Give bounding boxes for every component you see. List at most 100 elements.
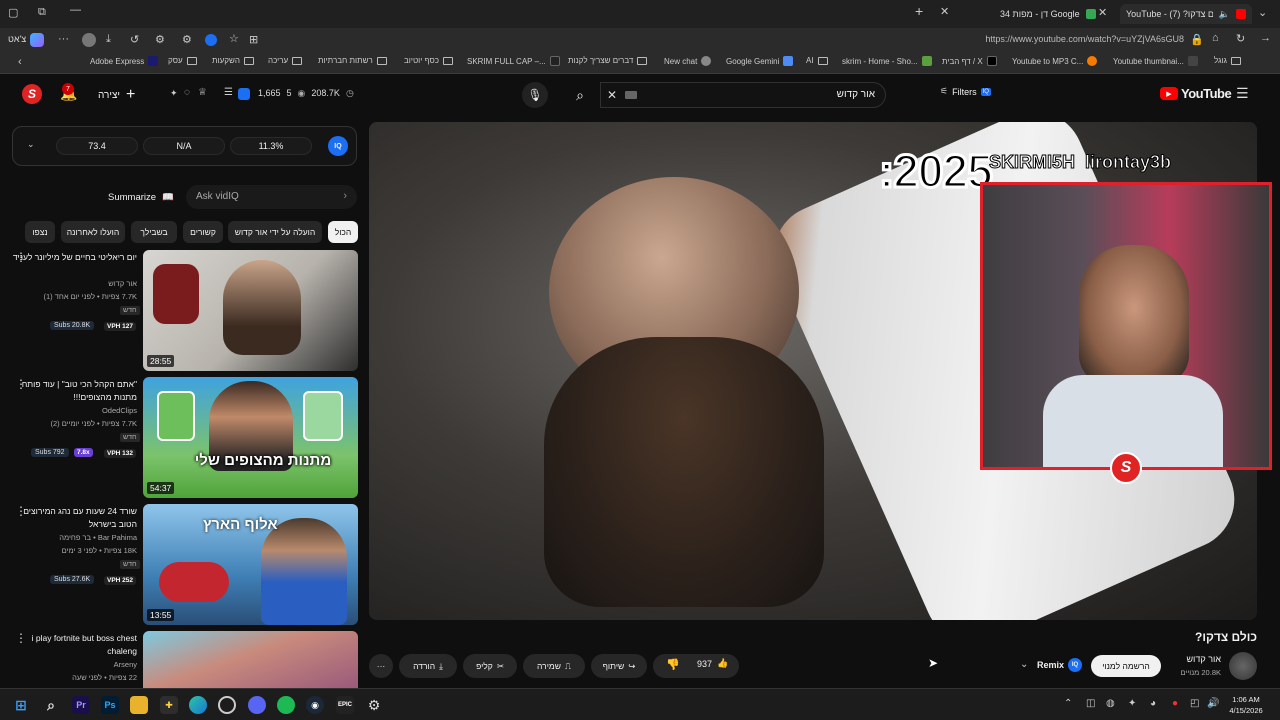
chevron-down-icon[interactable]: ⌄: [27, 139, 35, 150]
chip-uploaded-by[interactable]: הועלה על ידי אור קדוש: [228, 221, 322, 243]
video-title[interactable]: שורד 24 שעות עם נהג המירוצים הטוב בישראל: [12, 505, 137, 531]
channel-name[interactable]: אור קדוש: [1165, 654, 1221, 664]
download-icon[interactable]: ⤓: [106, 33, 111, 46]
clear-search-icon[interactable]: ✕: [607, 88, 617, 102]
save-button[interactable]: שמירה ⎍: [523, 654, 585, 678]
like-button[interactable]: 937 👍: [697, 658, 728, 669]
history-icon[interactable]: ↺: [130, 33, 139, 46]
steam-icon[interactable]: ◉: [306, 696, 324, 714]
channel-avatar[interactable]: [1229, 652, 1257, 680]
search-input[interactable]: ✕ אור קדוש: [600, 82, 886, 108]
settings-icon[interactable]: ⚙: [365, 696, 383, 714]
tab-maps[interactable]: 34 דן - מפות Google: [1000, 4, 1096, 24]
tab-actions-icon[interactable]: ▢: [8, 6, 18, 19]
chip-watched[interactable]: נצפו: [25, 221, 55, 243]
trophy-icon[interactable]: ♕: [198, 87, 207, 98]
chevron-down-icon[interactable]: ⌄: [1020, 659, 1028, 670]
volume-icon[interactable]: 🔊: [1207, 698, 1219, 709]
download-button[interactable]: הורדה ⤓: [399, 654, 457, 678]
reload-icon[interactable]: ↻: [1236, 32, 1245, 45]
bookmark-item[interactable]: New chat: [664, 56, 712, 66]
restore-icon[interactable]: ⧉: [38, 6, 46, 19]
edge-icon[interactable]: [189, 696, 207, 714]
bookmark-item[interactable]: גוגל: [1214, 56, 1241, 65]
photoshop-icon[interactable]: Ps: [101, 696, 119, 714]
profile-label[interactable]: צ'אט: [8, 34, 26, 44]
chat-icon[interactable]: ◌: [184, 87, 190, 98]
home-icon[interactable]: ⌂: [1212, 32, 1219, 44]
more-actions-button[interactable]: ···: [369, 654, 393, 678]
chip-all[interactable]: הכול: [328, 221, 358, 243]
youtube-logo[interactable]: ▶ YouTube: [1160, 86, 1232, 101]
bookmark-item[interactable]: כסף יוטיוב: [404, 56, 453, 65]
video-title[interactable]: i play fortnite but boss chest chaleng: [12, 632, 137, 658]
file-explorer-icon[interactable]: [130, 696, 148, 714]
sparkle-icon[interactable]: ✦: [170, 88, 178, 99]
video-channel[interactable]: אור קדוש: [12, 279, 137, 288]
search-icon[interactable]: ⌕: [566, 82, 594, 108]
windows-start-icon[interactable]: ⊞: [12, 696, 30, 714]
tray-discord-icon[interactable]: ◕: [1150, 698, 1156, 709]
minimize-icon[interactable]: —: [70, 4, 81, 16]
avatar[interactable]: [82, 33, 96, 47]
tray-app-icon[interactable]: ◍: [1106, 698, 1115, 709]
dislike-button[interactable]: 👎: [666, 658, 680, 671]
chip-related[interactable]: קשורים: [183, 221, 223, 243]
tab-search-icon[interactable]: ⌄: [1258, 6, 1267, 19]
bookmark-item[interactable]: עריכה: [268, 56, 303, 65]
forward-icon[interactable]: →: [1260, 32, 1271, 44]
subscribe-button[interactable]: הרשמה למנוי: [1091, 655, 1161, 677]
bookmark-item[interactable]: רשתות חברתיות: [318, 56, 387, 65]
bookmark-item[interactable]: דף הבית / X: [942, 56, 997, 66]
chevron-up-icon[interactable]: ⌃: [1064, 698, 1072, 709]
vidiq-logo[interactable]: IQ: [328, 136, 348, 156]
bookmark-item[interactable]: SKRIM FULL CAP –...: [467, 56, 560, 66]
vidiq-extension-icon[interactable]: [205, 34, 217, 46]
bookmark-item[interactable]: השקעות: [212, 56, 254, 65]
mic-icon[interactable]: ●: [1172, 698, 1178, 709]
tray-app-icon[interactable]: ✦: [1128, 698, 1136, 709]
extensions-icon[interactable]: ⚙: [155, 33, 165, 46]
chip-for-you[interactable]: בשבילך: [131, 221, 177, 243]
chevron-left-icon[interactable]: ‹: [18, 56, 22, 68]
url-field[interactable]: https://www.youtube.com/watch?v=uYZjVA6s…: [880, 34, 1184, 44]
close-tab-icon[interactable]: ✕: [1098, 6, 1107, 19]
bookmark-item[interactable]: skrim - Home - Sho...: [842, 56, 932, 66]
new-tab-icon[interactable]: +: [915, 3, 923, 19]
search-icon[interactable]: ⌕: [42, 696, 60, 714]
favorite-star-icon[interactable]: ☆: [229, 32, 239, 45]
ask-vidiq-input[interactable]: Ask vidIQ ›: [186, 185, 357, 209]
split-screen-icon[interactable]: ⊞: [249, 33, 258, 46]
list-icon[interactable]: ☰: [224, 87, 233, 98]
tray-app-icon[interactable]: ◫: [1086, 698, 1095, 709]
bookmark-item[interactable]: Adobe Express: [90, 56, 159, 66]
video-title[interactable]: יום ריאליטי בחיים של מיליונר לעניד: [12, 251, 137, 264]
bookmark-item[interactable]: דברים שצריך לקנות: [568, 56, 648, 65]
premiere-icon[interactable]: Pr: [72, 696, 90, 714]
video-thumbnail[interactable]: אלוף הארץ 13:55: [143, 504, 358, 625]
lock-icon[interactable]: 🔒: [1190, 33, 1204, 46]
video-channel[interactable]: OdedClips: [12, 406, 137, 415]
app-icon[interactable]: [218, 696, 236, 714]
video-thumbnail[interactable]: 28:55: [143, 250, 358, 371]
clock[interactable]: 1:06 AM 4/15/2026: [1224, 694, 1268, 716]
bookmark-item[interactable]: עסק: [168, 56, 197, 65]
video-title[interactable]: "אתם הקהל הכי טוב" | עוד פותח מתנות מהצו…: [12, 378, 137, 404]
network-icon[interactable]: ◰: [1190, 698, 1199, 709]
tab-youtube[interactable]: YouTube - כולם צדקו? (7) 🔈: [1120, 4, 1252, 24]
create-button[interactable]: יצירה +: [98, 86, 135, 104]
keyboard-icon[interactable]: [625, 91, 637, 99]
send-icon[interactable]: ›: [343, 190, 347, 202]
bookmark-item[interactable]: Youtube to MP3 C...: [1012, 56, 1098, 66]
copilot-icon[interactable]: [30, 33, 44, 47]
close-window-icon[interactable]: ✕: [940, 5, 949, 18]
discord-icon[interactable]: [248, 696, 266, 714]
vidiq-icon[interactable]: [238, 88, 250, 100]
mute-icon[interactable]: 🔈: [1219, 9, 1230, 20]
settings-icon[interactable]: ⚙: [182, 33, 192, 46]
chip-recent[interactable]: הועלו לאחרונה: [61, 221, 125, 243]
bookmark-item[interactable]: Youtube thumbnai...: [1113, 56, 1198, 66]
filters-button[interactable]: ⚟ Filters IQ: [940, 86, 991, 97]
mic-icon[interactable]: 🎙: [522, 82, 548, 108]
more-icon[interactable]: ···: [58, 33, 69, 45]
